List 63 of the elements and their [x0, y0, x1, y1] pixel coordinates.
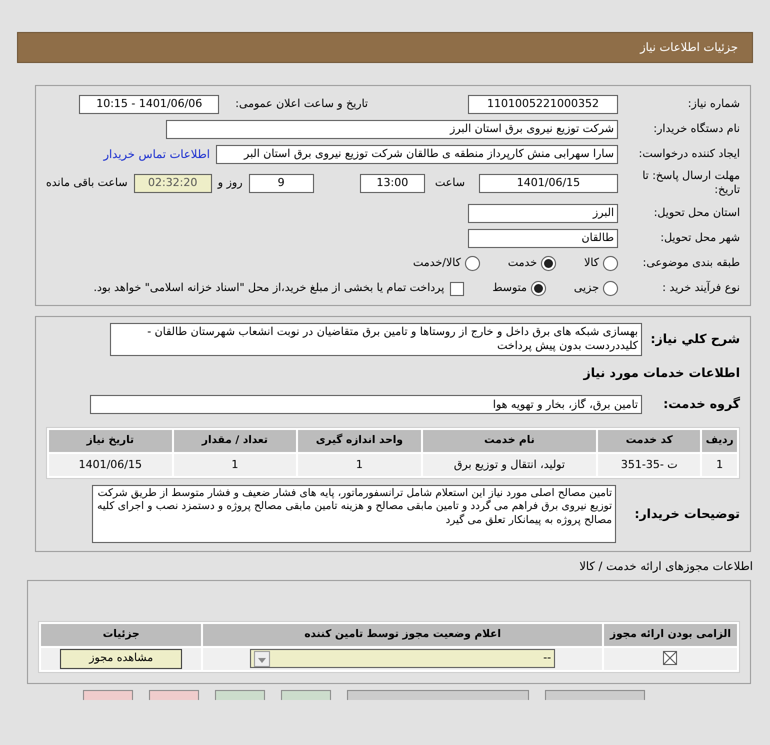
radio-button[interactable]	[541, 256, 556, 271]
section-title: اطلاعات مجوزهای ارائه خدمت / کالا	[578, 558, 753, 576]
column-header: جزئیات	[41, 624, 202, 646]
column-header: کد خدمت	[598, 430, 700, 452]
announce-date-field[interactable]: 1401/06/06 - 10:15	[79, 95, 220, 114]
field-label: ایجاد کننده درخواست:	[638, 146, 740, 162]
radio-label: خدمت	[508, 255, 538, 272]
summary-field[interactable]: بهسازی شبکه های برق داخل و خارج از روستاها و تامین برق متقاضیان در نوبت انشعاب شهرستان طالقان - کلیددردست بدون پیش پرداخت	[110, 323, 642, 356]
payment-note: پرداخت تمام یا بخشی از مبلغ خرید،از محل "اسناد خزانه اسلامی" خواهد بود.	[94, 280, 444, 296]
column-header: نام خدمت	[422, 430, 596, 452]
checkbox[interactable]	[663, 651, 678, 666]
contact-link[interactable]: اطلاعات تماس خریدار	[103, 146, 210, 164]
table-cell: 1	[174, 454, 296, 476]
radio-button[interactable]	[530, 281, 546, 296]
field-label: شرح کلي نياز:	[650, 330, 740, 348]
column-header: الزامی بودن ارائه مجوز	[604, 624, 737, 646]
radio-label: کالا/خدمت	[413, 255, 461, 272]
column-header: تعداد / مقدار	[174, 430, 296, 452]
status-value: --	[543, 650, 552, 666]
field-label: استان محل تحویل:	[652, 205, 740, 222]
section-title: اطلاعات خدمات مورد نیاز	[582, 364, 740, 382]
field-label: شهر محل تحویل:	[659, 230, 740, 246]
radio-button[interactable]	[603, 256, 618, 271]
notes-field[interactable]: تامین مصالح اصلی مورد نیاز این استعلام شامل ترانسفورماتور، پایه های فشار ضعیف و فشار متوسط از طریق شرکت توزیع نیروی برق فراهم می گردد و تامین مابقی مصالح و هزینه تامین مابقی مصالح پروژه و دستمزد نصب و اجرای کلیه مصالح پروژه به پیمانکار تعلق می گیرد	[92, 485, 616, 544]
remaining-time-field[interactable]: 02:32:20	[134, 174, 212, 192]
need-number-field[interactable]: 1101005221000352	[468, 95, 618, 114]
field-label: شماره نیاز:	[686, 96, 740, 112]
buyer-field[interactable]: شرکت توزیع نیروی برق استان البرز	[166, 120, 618, 139]
column-header: ردیف	[702, 430, 737, 452]
field-label: مهلت ارسال پاسخ: تا تاریخ:	[641, 168, 740, 198]
radio-button[interactable]	[603, 281, 618, 296]
field-label: نام دستگاه خریدار:	[652, 121, 740, 138]
deadline-date-field[interactable]: 1401/06/15	[478, 174, 618, 192]
column-header: واحد اندازه گیری	[298, 430, 421, 452]
field-label: نوع فرآیند خرید :	[661, 280, 740, 296]
table-cell: 1	[298, 454, 421, 476]
field-label: تاریخ و ساعت اعلان عمومی:	[235, 96, 368, 112]
radio-button[interactable]	[464, 256, 480, 271]
page-header: جزئیات اطلاعات نیاز	[17, 32, 753, 63]
province-field[interactable]: البرز	[468, 204, 618, 223]
city-field[interactable]: طالقان	[468, 229, 618, 248]
field-label: ساعت باقی مانده	[46, 174, 128, 191]
radio-label: جزیی	[574, 280, 599, 296]
radio-label: کالا	[584, 255, 599, 272]
table-cell: 1401/06/15	[49, 454, 172, 476]
requester-field[interactable]: سارا سهرابی منش کارپرداز منطقه ی طالقان شرکت توزیع نیروی برق استان البر	[216, 145, 618, 164]
checkbox[interactable]	[450, 282, 464, 296]
field-label: گروه خدمت:	[662, 395, 740, 414]
days-field[interactable]: 9	[248, 174, 314, 192]
view-license-button[interactable]: مشاهده مجوز	[60, 648, 182, 669]
field-label: طبقه بندی موضوعی:	[642, 255, 740, 272]
column-header: تاریخ نیاز	[49, 430, 172, 452]
field-label: روز و	[218, 174, 243, 191]
deadline-time-field[interactable]: 13:00	[360, 174, 425, 192]
column-header: اعلام وضعیت مجوز توسط تامین کننده	[203, 624, 602, 646]
status-select[interactable]: --	[250, 649, 556, 668]
radio-label: متوسط	[492, 280, 527, 296]
service-group-field[interactable]: تامین برق، گاز، بخار و تهویه هوا	[90, 395, 642, 414]
table-cell: 1	[702, 454, 737, 476]
table-cell: تولید، انتقال و توزیع برق	[422, 454, 596, 476]
field-label: توضیحات خریدار:	[633, 504, 740, 523]
table-cell: ت -35-351	[598, 454, 700, 476]
field-label: ساعت	[434, 174, 465, 191]
